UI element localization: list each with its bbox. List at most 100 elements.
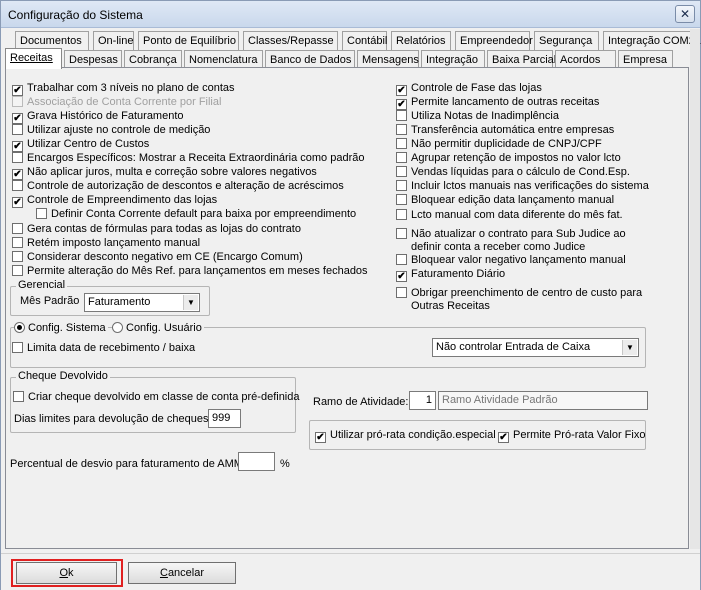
- checkbox-label: Associação de Conta Corrente por Filial: [27, 96, 222, 108]
- checkbox-label: Considerar desconto negativo em CE (Enca…: [27, 251, 303, 263]
- entrada-caixa-value: Não controlar Entrada de Caixa: [436, 341, 591, 353]
- tab-integracao-com21[interactable]: Integração COM21: [603, 31, 701, 50]
- close-icon[interactable]: ✕: [680, 7, 690, 21]
- gerencial-legend: Gerencial: [16, 279, 68, 291]
- checkbox-box[interactable]: [12, 251, 23, 262]
- checkbox-box[interactable]: [12, 237, 23, 248]
- criar-cheque-label: Criar cheque devolvido em classe de cont…: [28, 391, 300, 403]
- radio-config-usuario[interactable]: Config. Usuário: [112, 322, 204, 335]
- checkbox-box[interactable]: [396, 110, 407, 121]
- option-transferencia-automatica-entre-empresas-checkbox[interactable]: Transferência automática entre empresas: [396, 124, 614, 138]
- close-button[interactable]: ✕: [675, 5, 695, 23]
- radio-sistema-dot[interactable]: [14, 322, 25, 333]
- dias-limites-input[interactable]: 999: [208, 409, 241, 428]
- option-controle-de-autorizacao-de-descontos-e-a-checkbox[interactable]: Controle de autorização de descontos e a…: [12, 180, 344, 194]
- option-lcto-manual-com-data-diferente-do-mes-fa-checkbox[interactable]: Lcto manual com data diferente do mês fa…: [396, 209, 623, 223]
- option-agrupar-retencao-de-impostos-no-valor-lc-checkbox[interactable]: Agrupar retenção de impostos no valor lc…: [396, 152, 621, 166]
- checkbox-box[interactable]: [396, 124, 407, 135]
- checkbox-label: Transferência automática entre empresas: [411, 124, 615, 136]
- checkbox-label: Permite alteração do Mês Ref. para lança…: [27, 265, 368, 277]
- option-controle-de-fase-das-lojas-checkbox[interactable]: ✔ Controle de Fase das lojas: [396, 82, 542, 96]
- checkbox-box[interactable]: [396, 166, 407, 177]
- checkbox-box[interactable]: [36, 208, 47, 219]
- scrollbar[interactable]: [690, 29, 700, 549]
- checkbox-box[interactable]: ✔: [396, 85, 407, 96]
- option-permite-lancamento-de-outras-receitas-checkbox[interactable]: ✔ Permite lancamento de outras receitas: [396, 96, 599, 110]
- tab-seguranca[interactable]: Segurança: [534, 31, 599, 50]
- option-gera-contas-de-formulas-para-todas-as-lo-checkbox[interactable]: Gera contas de fórmulas para todas as lo…: [12, 223, 301, 237]
- checkbox-label: Incluir lctos manuais nas verificações d…: [411, 180, 649, 192]
- criar-cheque-box[interactable]: [13, 391, 24, 402]
- option-nao-permitir-duplicidade-de-cnpj-cpf-checkbox[interactable]: Não permitir duplicidade de CNPJ/CPF: [396, 138, 602, 152]
- radio-usuario-dot[interactable]: [112, 322, 123, 333]
- option-trabalhar-com-3-niveis-no-plano-de-conta-checkbox[interactable]: ✔ Trabalhar com 3 níveis no plano de cont…: [12, 82, 235, 96]
- checkbox-box[interactable]: [12, 265, 23, 276]
- checkbox-box[interactable]: ✔: [12, 85, 23, 96]
- option-considerar-desconto-negativo-em-ce-encar-checkbox[interactable]: Considerar desconto negativo em CE (Enca…: [12, 251, 303, 265]
- option-encargos-especificos-mostrar-a-receita-e-checkbox[interactable]: Encargos Específicos: Mostrar a Receita …: [12, 152, 365, 166]
- prorata-fixo-checkbox[interactable]: ✔ Permite Pró-rata Valor Fixo: [498, 429, 645, 443]
- radio-sistema-label: Config. Sistema: [28, 322, 106, 334]
- checkbox-box[interactable]: [12, 223, 23, 234]
- checkbox-box[interactable]: [396, 287, 407, 298]
- checkbox-box[interactable]: [396, 152, 407, 163]
- option-bloquear-edicao-data-lancamento-manual-checkbox[interactable]: Bloquear edição data lançamento manual: [396, 194, 614, 208]
- option-utiliza-notas-de-inadimplencia-checkbox[interactable]: Utiliza Notas de Inadimplência: [396, 110, 559, 124]
- radio-config-sistema[interactable]: Config. Sistema: [14, 322, 108, 335]
- checkbox-box[interactable]: ✔: [396, 271, 407, 282]
- prorata-fixo-box[interactable]: ✔: [498, 432, 509, 443]
- option-utilizar-ajuste-no-controle-de-medicao-checkbox[interactable]: Utilizar ajuste no controle de medição: [12, 124, 210, 138]
- prorata-condicao-box[interactable]: ✔: [315, 432, 326, 443]
- receitas-panel: ✔ Trabalhar com 3 níveis no plano de cont…: [5, 67, 689, 549]
- option-faturamento-diario-checkbox[interactable]: ✔ Faturamento Diário: [396, 268, 505, 282]
- checkbox-box[interactable]: [12, 124, 23, 135]
- checkbox-box[interactable]: [396, 180, 407, 191]
- option-associacao-de-conta-corrente-por-filial-checkbox: Associação de Conta Corrente por Filial: [12, 96, 221, 110]
- option-retem-imposto-lancamento-manual-checkbox[interactable]: Retém imposto lançamento manual: [12, 237, 200, 251]
- entrada-caixa-select[interactable]: Não controlar Entrada de Caixa ▼: [432, 338, 639, 357]
- checkbox-label: Controle de autorização de descontos e a…: [27, 180, 344, 192]
- cancel-button[interactable]: Cancelar: [128, 562, 236, 584]
- title-bar: Configuração do Sistema ✕: [1, 1, 700, 28]
- tab-relatorios[interactable]: Relatórios: [391, 31, 451, 50]
- checkbox-box[interactable]: ✔: [396, 99, 407, 110]
- ramo-code-input[interactable]: 1: [409, 391, 436, 410]
- checkbox-box[interactable]: [396, 138, 407, 149]
- option-definir-conta-corrente-default-para-baix-checkbox[interactable]: Definir Conta Corrente default para baix…: [36, 208, 356, 222]
- checkbox-box[interactable]: [12, 152, 23, 163]
- checkbox-box[interactable]: [396, 209, 407, 220]
- option-obrigar-preenchimento-de-centro-de-custo-checkbox[interactable]: Obrigar preenchimento de centro de custo…: [396, 287, 642, 312]
- option-vendas-liquidas-para-o-calculo-de-cond-e-checkbox[interactable]: Vendas líquidas para o cálculo de Cond.E…: [396, 166, 630, 180]
- option-permite-alteracao-do-mes-ref-para-lancam-checkbox[interactable]: Permite alteração do Mês Ref. para lança…: [12, 265, 368, 279]
- option-incluir-lctos-manuais-nas-verificacoes-d-checkbox[interactable]: Incluir lctos manuais nas verificações d…: [396, 180, 649, 194]
- chevron-down-icon[interactable]: ▼: [622, 340, 637, 355]
- option-grava-historico-de-faturamento-checkbox[interactable]: ✔ Grava Histórico de Faturamento: [12, 110, 184, 124]
- tab-classes-repasse[interactable]: Classes/Repasse: [243, 31, 338, 50]
- tab-ponto-de-equilibrio[interactable]: Ponto de Equilíbrio: [138, 31, 239, 50]
- tab-contabil[interactable]: Contábil: [342, 31, 387, 50]
- option-utilizar-centro-de-custos-checkbox[interactable]: ✔ Utilizar Centro de Custos: [12, 138, 149, 152]
- option-nao-atualizar-o-contrato-para-sub-judice-checkbox[interactable]: Não atualizar o contrato para Sub Judice…: [396, 228, 626, 253]
- checkbox-box[interactable]: [12, 180, 23, 191]
- tab-on-line[interactable]: On-line: [93, 31, 134, 50]
- tab-receitas[interactable]: Receitas: [5, 48, 62, 69]
- option-controle-de-empreendimento-das-lojas-checkbox[interactable]: ✔ Controle de Empreendimento das lojas: [12, 194, 217, 208]
- chevron-down-icon[interactable]: ▼: [183, 295, 198, 310]
- percentual-input[interactable]: [238, 452, 275, 471]
- checkbox-box[interactable]: ✔: [12, 169, 23, 180]
- limita-data-box[interactable]: [12, 342, 23, 353]
- checkbox-box[interactable]: ✔: [12, 197, 23, 208]
- option-bloquear-valor-negativo-lancamento-manua-checkbox[interactable]: Bloquear valor negativo lançamento manua…: [396, 254, 626, 268]
- checkbox-box[interactable]: [396, 194, 407, 205]
- checkbox-box[interactable]: [396, 254, 407, 265]
- prorata-condicao-checkbox[interactable]: ✔ Utilizar pró-rata condição.especial: [315, 429, 496, 443]
- checkbox-box[interactable]: ✔: [12, 113, 23, 124]
- option-nao-aplicar-juros-multa-e-correcao-sobre-checkbox[interactable]: ✔ Não aplicar juros, multa e correção sob…: [12, 166, 317, 180]
- mes-padrao-select[interactable]: Faturamento ▼: [84, 293, 200, 312]
- criar-cheque-checkbox[interactable]: Criar cheque devolvido em classe de cont…: [13, 391, 300, 405]
- checkbox-box[interactable]: ✔: [12, 141, 23, 152]
- checkbox-label: Faturamento Diário: [411, 268, 506, 280]
- checkbox-box[interactable]: [396, 228, 407, 239]
- tab-empreendedor[interactable]: Empreendedor: [455, 31, 533, 50]
- limita-data-checkbox[interactable]: Limita data de recebimento / baixa: [12, 342, 195, 356]
